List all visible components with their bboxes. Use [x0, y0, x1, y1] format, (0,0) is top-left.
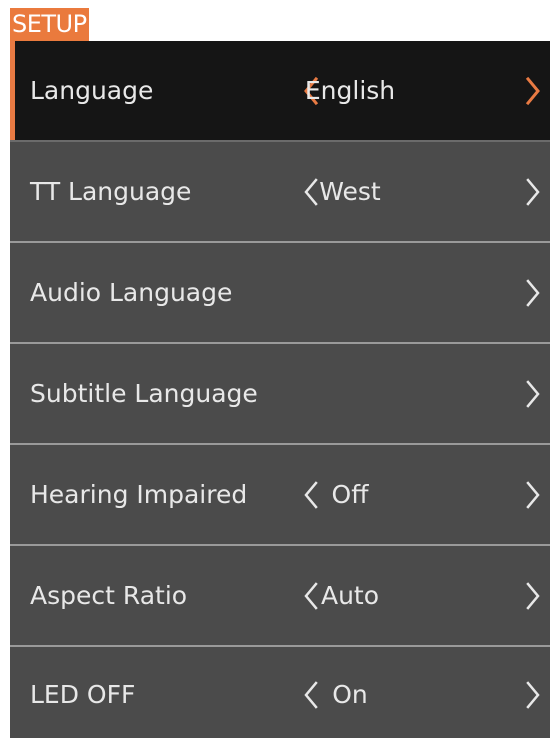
- menu-row-led-off[interactable]: LED OFF On: [10, 647, 550, 743]
- menu-label: TT Language: [30, 177, 192, 206]
- menu-label: Hearing Impaired: [30, 480, 248, 509]
- menu-row-aspect-ratio[interactable]: Aspect Ratio Auto: [10, 546, 550, 647]
- menu-label: Language: [30, 76, 154, 105]
- menu-row-language[interactable]: Language English: [10, 41, 550, 142]
- menu-row-tt-language[interactable]: TT Language West: [10, 142, 550, 243]
- menu-row-audio-language[interactable]: Audio Language: [10, 243, 550, 344]
- chevron-right-icon[interactable]: [522, 379, 544, 409]
- chevron-right-icon[interactable]: [522, 680, 544, 710]
- menu-value: Auto: [320, 581, 380, 610]
- menu-label: Aspect Ratio: [30, 581, 188, 610]
- menu-value: English: [304, 76, 396, 105]
- setup-menu: Language English TT Language West Audio …: [10, 41, 550, 738]
- menu-value: Off: [331, 480, 369, 509]
- menu-label: LED OFF: [30, 680, 136, 709]
- chevron-right-icon[interactable]: [522, 581, 544, 611]
- menu-value: On: [332, 680, 368, 709]
- chevron-right-icon[interactable]: [522, 177, 544, 207]
- setup-title: SETUP: [10, 8, 89, 41]
- selection-indicator: [10, 41, 15, 140]
- menu-label: Audio Language: [30, 278, 233, 307]
- menu-row-subtitle-language[interactable]: Subtitle Language: [10, 344, 550, 445]
- menu-value: West: [319, 177, 381, 206]
- menu-label: Subtitle Language: [30, 379, 258, 408]
- menu-row-hearing-impaired[interactable]: Hearing Impaired Off: [10, 445, 550, 546]
- chevron-right-icon[interactable]: [522, 480, 544, 510]
- chevron-right-icon[interactable]: [522, 76, 544, 106]
- chevron-right-icon[interactable]: [522, 278, 544, 308]
